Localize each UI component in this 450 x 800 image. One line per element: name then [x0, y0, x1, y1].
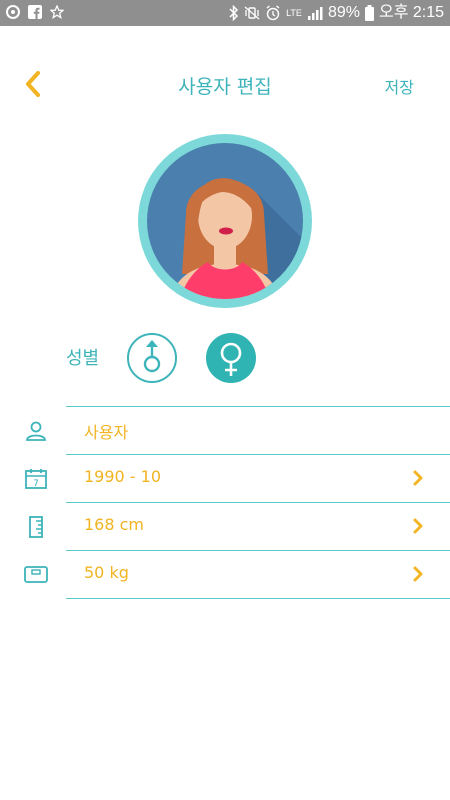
gender-label: 성별: [66, 348, 100, 369]
name-value: 사용자: [84, 423, 129, 442]
svg-text:7: 7: [33, 479, 39, 489]
bluetooth-icon: [229, 5, 239, 21]
ruler-icon: [29, 516, 43, 538]
divider: [66, 598, 450, 599]
name-row[interactable]: 사용자: [0, 406, 450, 454]
vibrate-icon: [244, 6, 260, 20]
save-button[interactable]: 저장: [385, 74, 414, 98]
network-type: LTE: [286, 8, 302, 18]
divider: [66, 454, 450, 455]
birthdate-value: 1990 - 10: [84, 467, 162, 486]
clock: 오후 2:15: [378, 4, 444, 21]
facebook-icon: [28, 5, 42, 19]
app-icon: [6, 5, 20, 19]
battery-icon: [364, 5, 374, 21]
star-icon: [50, 5, 64, 19]
profile-form: 사용자 7 1990 - 10 168 cm 50 kg: [0, 406, 450, 599]
status-bar: LTE 89% 오후 2:15: [0, 0, 450, 26]
top-bar: 사용자 편집 저장: [0, 58, 450, 108]
divider: [66, 406, 450, 407]
birthdate-row[interactable]: 7 1990 - 10: [0, 454, 450, 502]
gender-selector: 성별: [0, 330, 450, 390]
female-avatar-icon[interactable]: [138, 134, 312, 308]
weight-value: 50 kg: [84, 563, 129, 582]
user-icon: [26, 421, 46, 441]
battery-percent: 89%: [327, 4, 360, 21]
chevron-right-icon[interactable]: [411, 565, 425, 583]
signal-icon: [307, 7, 323, 20]
calendar-icon: 7: [25, 469, 47, 489]
scale-icon: [24, 566, 48, 583]
chevron-right-icon[interactable]: [411, 469, 425, 487]
male-symbol-icon[interactable]: [126, 332, 178, 384]
weight-row[interactable]: 50 kg: [0, 550, 450, 598]
height-row[interactable]: 168 cm: [0, 502, 450, 550]
female-symbol-icon[interactable]: [205, 332, 257, 384]
chevron-right-icon[interactable]: [411, 517, 425, 535]
divider: [66, 502, 450, 503]
alarm-icon: [266, 5, 280, 21]
height-value: 168 cm: [84, 515, 145, 534]
divider: [66, 550, 450, 551]
page-title: 사용자 편집: [178, 76, 272, 98]
